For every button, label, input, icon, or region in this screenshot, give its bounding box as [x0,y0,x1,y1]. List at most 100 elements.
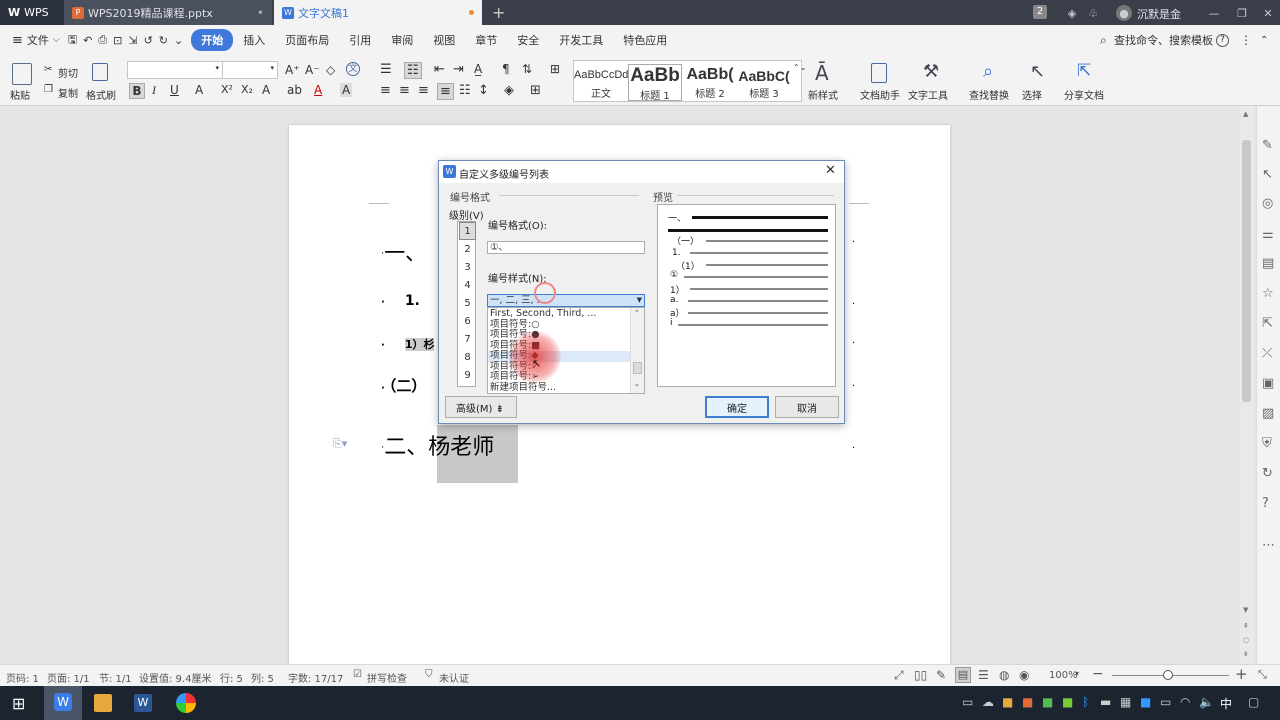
undo-icon[interactable]: ↺ [144,34,153,47]
folder-taskbar-icon[interactable] [94,694,112,712]
number-style-select[interactable]: 一, 二, 三, ... ▼ [487,294,645,307]
status-section[interactable]: 节: 1/1 [99,670,132,685]
share-icon[interactable]: ⇱ [1077,61,1091,81]
zoom-level[interactable]: 100% [1049,670,1078,681]
new-style-icon[interactable]: Ā [815,61,829,85]
volume-icon[interactable]: 🔈 [1199,695,1214,709]
gallery-icon[interactable]: ▤ [1262,256,1274,271]
level-item[interactable]: 6 [459,312,476,330]
doc-line-1[interactable]: ·一、 [381,237,426,267]
more-sidebar-icon[interactable]: ⋯ [1262,538,1275,553]
new-tab-icon[interactable]: + [492,3,505,22]
level-item[interactable]: 1 [459,222,476,240]
style-heading3[interactable]: AaBbC( 标题 3 [737,64,791,101]
search-icon[interactable]: ⌕ [1100,33,1107,48]
window-count-badge[interactable]: 2 [1033,5,1047,19]
copy-icon[interactable]: ❐ [44,84,53,95]
keyboard-icon[interactable]: ▦ [1120,695,1131,709]
share-button[interactable]: 分享文档 [1064,87,1104,102]
style-option[interactable]: First, Second, Third, ... [490,308,596,320]
tray-folder-icon[interactable]: ■ [1002,695,1013,709]
copy-button[interactable]: 复制 [58,85,78,100]
menu-page-layout[interactable]: 页面布局 [275,29,339,51]
italic-icon[interactable]: I [152,83,156,98]
web-view-icon[interactable]: ◍ [999,668,1009,682]
menu-security[interactable]: 安全 [507,29,549,51]
word-taskbar-icon[interactable]: W [134,694,152,712]
zoom-slider-thumb[interactable] [1163,670,1173,680]
archive-icon[interactable]: ▣ [1262,376,1274,391]
chinese-layout-icon[interactable]: A̲ [474,62,482,76]
new-style-button[interactable]: 新样式 [808,87,838,102]
level-list[interactable]: 1 2 3 4 5 6 7 8 9 [457,221,476,387]
tab-document[interactable]: W 文字文稿1 [274,0,482,25]
dropdown-arrow-icon[interactable]: ▼ [637,295,642,306]
doc-helper-button[interactable]: 文档助手 [860,87,900,102]
cut-icon[interactable]: ✂ [44,64,52,75]
tray-security-icon[interactable]: ■ [1042,695,1053,709]
shirt-icon[interactable]: ♧ [1085,5,1101,21]
level-item[interactable]: 4 [459,276,476,294]
level-item[interactable]: 7 [459,330,476,348]
text-tools-icon[interactable]: ⚒ [923,61,939,82]
shrink-font-icon[interactable]: A⁻ [305,63,320,77]
level-item[interactable]: 9 [459,366,476,384]
menu-home[interactable]: 开始 [191,29,234,51]
text-effect-icon[interactable]: A [262,83,270,97]
taskbar-wps-active[interactable]: W [44,686,82,720]
next-page-icon[interactable]: ⇟ [1243,650,1249,658]
hamburger-icon[interactable]: ≡ [12,33,23,48]
font-size-select[interactable]: ▾ [222,61,278,79]
font-name-select[interactable]: ▾ [127,61,223,79]
status-row[interactable]: 行: 5 [220,670,243,685]
resize-icon[interactable]: ⤡ [1258,668,1267,682]
show-marks-icon[interactable]: ¶ [502,62,510,76]
find-replace-button[interactable]: 查找替换 [969,87,1009,102]
chevron-down-icon[interactable]: ⌵ [53,35,60,45]
bullet-list-icon[interactable]: ☰ [380,62,392,77]
eye-protect-icon[interactable]: ◉ [1019,668,1029,682]
char-shading-icon[interactable]: A [340,83,353,97]
more-options-icon[interactable]: ⋮ [1240,33,1252,47]
sort-icon[interactable]: ⇅ [522,62,532,76]
shapes-icon[interactable]: ◎ [1262,196,1273,211]
star-icon[interactable]: ☆ [1262,286,1274,301]
style-heading2[interactable]: AaBb( 标题 2 [683,64,737,101]
style-scroll-icon[interactable]: ⌃⌄ [793,63,806,72]
scroll-thumb[interactable] [1242,140,1251,402]
menu-view[interactable]: 视图 [423,29,465,51]
zoom-dropdown-icon[interactable]: ▾ [1075,669,1079,678]
shading-icon[interactable]: ◈ [504,83,514,98]
cut-button[interactable]: 剪切 [58,65,78,80]
font-color-icon[interactable]: A [314,83,322,97]
menu-section[interactable]: 章节 [465,29,507,51]
skin-icon[interactable]: ◈ [1064,5,1080,21]
zoom-out-icon[interactable]: − [1092,666,1104,682]
status-words[interactable]: 字数: 17/17 [288,670,343,685]
scroll-up-icon[interactable]: ⌃ [634,309,640,317]
clear-format-icon[interactable]: ◇ [326,63,335,77]
level-item[interactable]: 8 [459,348,476,366]
distribute-icon[interactable]: ☷ [459,83,471,98]
close-tab-icon[interactable]: • [257,6,264,20]
align-right-icon[interactable]: ≡ [418,83,429,98]
fullscreen-icon[interactable]: ⤢ [894,668,904,683]
connect-icon[interactable]: ⤫ [1262,346,1272,361]
underline-icon[interactable]: U [170,83,179,97]
bluetooth-icon[interactable]: ᛒ [1082,695,1089,709]
status-auth[interactable]: 未认证 [439,670,469,685]
collapse-ribbon-icon[interactable]: ⌃ [1260,35,1268,46]
subscript-icon[interactable]: X₂ [241,83,253,96]
outline-view-icon[interactable]: ☰ [978,668,989,682]
scroll-down-icon[interactable]: ▼ [1243,606,1248,614]
history-icon[interactable]: ↻ [1262,466,1273,481]
menu-file[interactable]: 文件 [27,32,49,48]
advanced-button[interactable]: 高级(M) ⇟ [445,396,517,418]
menu-review[interactable]: 审阅 [381,29,423,51]
undo-history-icon[interactable]: ↶ [83,34,92,47]
status-setting[interactable]: 设置值: 9.4厘米 [139,670,211,685]
select-browse-icon[interactable]: ○ [1243,636,1249,644]
user-name[interactable]: 沉默是金 [1137,6,1181,22]
cursor-icon[interactable]: ↖ [1262,167,1273,182]
battery-icon[interactable]: ▬ [1100,695,1111,709]
